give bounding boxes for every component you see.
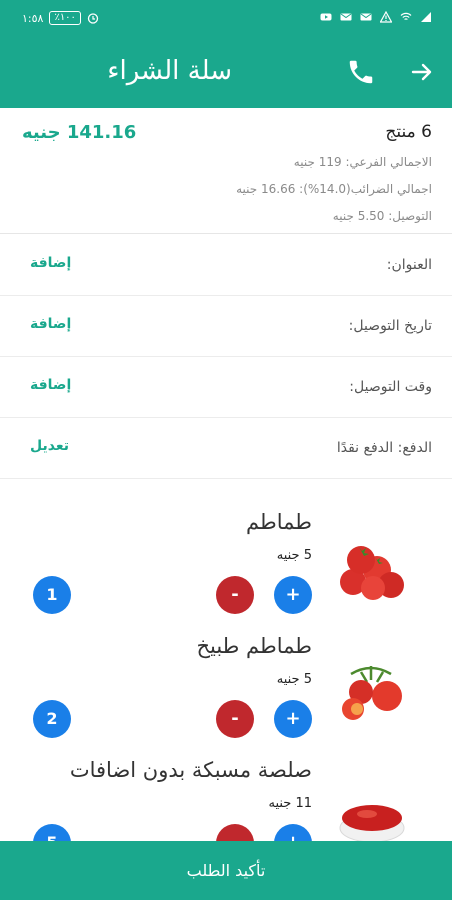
order-summary: 6 منتج 141.16 جنيه الاجمالي الفرعي: 119 … <box>0 108 452 234</box>
cooking-tomatoes-image <box>342 666 402 720</box>
battery-indicator: ٪١٠٠ <box>49 11 81 25</box>
items-count: 6 منتج <box>385 122 432 142</box>
page-title: سلة الشراء <box>107 56 232 86</box>
product-price: 5 جنيه <box>276 548 312 563</box>
clock: ١:٥٨ <box>22 11 44 25</box>
total-price: 141.16 جنيه <box>22 122 137 143</box>
subtotal: الاجمالي الفرعي: 119 جنيه <box>293 155 432 169</box>
add-delivery-date-button[interactable]: إضافة <box>30 316 71 332</box>
confirm-order-button[interactable]: تأكيد الطلب <box>0 841 452 900</box>
phone-icon[interactable] <box>346 57 376 87</box>
add-delivery-time-button[interactable]: إضافة <box>30 377 71 393</box>
status-bar: ١:٥٨ ٪١٠٠ <box>0 0 452 36</box>
app-bar: سلة الشراء <box>0 36 452 108</box>
warning-icon <box>380 11 392 23</box>
product-name: طماطم <box>246 510 312 534</box>
add-address-button[interactable]: إضافة <box>30 255 71 271</box>
payment-row: الدفع: الدفع نقدًا تعديل <box>0 418 452 479</box>
alarm-icon <box>87 13 99 24</box>
cart-item-tomatoes: طماطم 5 جنيه + - 1 <box>0 510 452 634</box>
status-left: ١:٥٨ ٪١٠٠ <box>22 11 99 25</box>
cart-item-cooking-tomatoes: طماطم طبيخ 5 جنيه + - 2 <box>0 634 452 758</box>
delivery-time-row: وقت التوصيل: إضافة <box>0 357 452 418</box>
mail-icon <box>340 13 352 21</box>
tomato-sauce-image <box>339 805 405 843</box>
address-label: العنوان: <box>386 257 432 273</box>
decrease-quantity-button[interactable]: - <box>216 576 254 614</box>
delivery-date-label: تاريخ التوصيل: <box>348 318 432 334</box>
mail-icon-2 <box>360 13 372 21</box>
increase-quantity-button[interactable]: + <box>274 576 312 614</box>
product-name: صلصة مسبكة بدون اضافات <box>69 758 312 782</box>
delivery-fee: التوصيل: 5.50 جنيه <box>332 209 432 223</box>
product-price: 5 جنيه <box>276 672 312 687</box>
product-name: طماطم طبيخ <box>196 634 312 658</box>
decrease-quantity-button[interactable]: - <box>216 700 254 738</box>
status-right <box>320 11 432 23</box>
back-arrow-icon[interactable] <box>410 60 434 84</box>
delivery-date-row: تاريخ التوصيل: إضافة <box>0 296 452 357</box>
signal-icon <box>421 12 431 22</box>
payment-label: الدفع: الدفع نقدًا <box>336 440 432 456</box>
tomatoes-image <box>340 546 404 600</box>
tax-total: اجمالي الضرائب(14.0%): 16.66 جنيه <box>236 182 432 196</box>
increase-quantity-button[interactable]: + <box>274 700 312 738</box>
quantity-badge: 1 <box>33 576 71 614</box>
edit-payment-button[interactable]: تعديل <box>30 438 69 454</box>
address-row: العنوان: إضافة <box>0 235 452 296</box>
quantity-badge: 2 <box>33 700 71 738</box>
youtube-icon <box>320 13 332 21</box>
product-price: 11 جنيه <box>268 796 312 811</box>
wifi-icon <box>400 12 412 20</box>
delivery-time-label: وقت التوصيل: <box>349 379 432 395</box>
